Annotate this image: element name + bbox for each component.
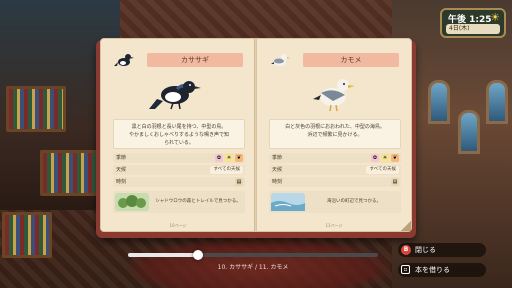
weather-label: 天候 <box>272 167 283 173</box>
window <box>458 110 480 154</box>
bookshelf <box>40 150 100 196</box>
sun-icon: ☀ <box>490 11 500 24</box>
right-page: カモメ 白と灰色の羽根におおわれた、中型の海鳥。 浜辺で頻繁に見かける。 季節 … <box>256 38 412 232</box>
bookshelf <box>2 212 52 258</box>
close-label: 閉じる <box>415 246 436 254</box>
season-row: 季節 ✿ ☀ ❦ <box>113 153 245 163</box>
slider-knob[interactable] <box>193 250 203 260</box>
bird-name-tab: カモメ <box>303 53 399 67</box>
b-button-icon: B <box>401 245 411 255</box>
time-icons: ▤ <box>235 178 243 186</box>
page-corner[interactable] <box>401 221 411 231</box>
autumn-icon: ❦ <box>235 154 243 162</box>
season-label: 季節 <box>272 155 283 161</box>
season-row: 季節 ✿ ☀ ❦ <box>269 153 401 163</box>
bird-description: 白と灰色の羽根におおわれた、中型の海鳥。 浜辺で頻繁に見かける。 <box>269 119 401 149</box>
weather-value: すべての天候 <box>366 166 399 174</box>
time-of-day-label: 時刻 <box>272 179 283 185</box>
page-slider[interactable] <box>128 250 378 260</box>
summer-icon: ☀ <box>225 154 233 162</box>
weather-row: 天候 すべての天候 <box>113 165 245 175</box>
page-number: 11ページ <box>325 223 343 228</box>
borrow-label: 本を借りる <box>415 266 450 274</box>
window <box>428 80 450 124</box>
time-of-day-label: 時刻 <box>116 179 127 185</box>
weather-label: 天候 <box>116 167 127 173</box>
day-icon: ▤ <box>391 178 399 186</box>
slider-label: 10. カササギ / 11. カモメ <box>217 264 289 271</box>
time-icons: ▤ <box>391 178 399 186</box>
weather-row: 天候 すべての天候 <box>269 165 401 175</box>
autumn-icon: ❦ <box>391 154 399 162</box>
habitat-text: 海沿いの町辺で見つかる。 <box>327 199 381 204</box>
magpie-portrait <box>149 81 201 110</box>
seagull-small-icon <box>271 54 290 66</box>
borrow-book-button[interactable]: ▫ 本を借りる <box>398 263 486 277</box>
season-icons: ✿ ☀ ❦ <box>215 154 243 162</box>
habitat-text: シャドウロウの森とトレイルで見つかる。 <box>155 199 241 204</box>
clock-widget: 午後 1:25 ☀ 4日(木) <box>440 8 506 38</box>
magpie-small-icon <box>114 54 134 66</box>
bookshelf <box>6 86 66 132</box>
page-number: 10ページ <box>169 223 187 228</box>
window <box>486 80 508 124</box>
bird-name-tab: カササギ <box>147 53 243 67</box>
season-icons: ✿ ☀ ❦ <box>371 154 399 162</box>
close-button[interactable]: B 閉じる <box>398 243 486 257</box>
season-label: 季節 <box>116 155 127 161</box>
spring-icon: ✿ <box>215 154 223 162</box>
forest-habitat-icon <box>115 193 149 211</box>
seagull-portrait <box>313 79 355 112</box>
summer-icon: ☀ <box>381 154 389 162</box>
weather-value: すべての天候 <box>210 166 243 174</box>
time-row: 時刻 ▤ <box>269 177 401 187</box>
day-icon: ▤ <box>235 178 243 186</box>
bird-description: 黒と白の羽根と長い尾を持つ、中型の鳥。 やかましくおしゃべりするような鳴き声で知… <box>113 119 245 149</box>
slider-fill <box>128 253 198 257</box>
date-label: 4日(木) <box>446 24 500 34</box>
time-row: 時刻 ▤ <box>113 177 245 187</box>
bird-journal: カササギ 黒と白の羽根と長い尾を持つ、中型の鳥。 やかましくおしゃべりするような… <box>96 38 416 238</box>
habitat-row: シャドウロウの森とトレイルで見つかる。 <box>113 191 245 213</box>
coast-habitat-icon <box>271 193 305 211</box>
left-page: カササギ 黒と白の羽根と長い尾を持つ、中型の鳥。 やかましくおしゃべりするような… <box>100 38 256 232</box>
spring-icon: ✿ <box>371 154 379 162</box>
menu-button-icon: ▫ <box>401 265 410 274</box>
habitat-row: 海沿いの町辺で見つかる。 <box>269 191 401 213</box>
